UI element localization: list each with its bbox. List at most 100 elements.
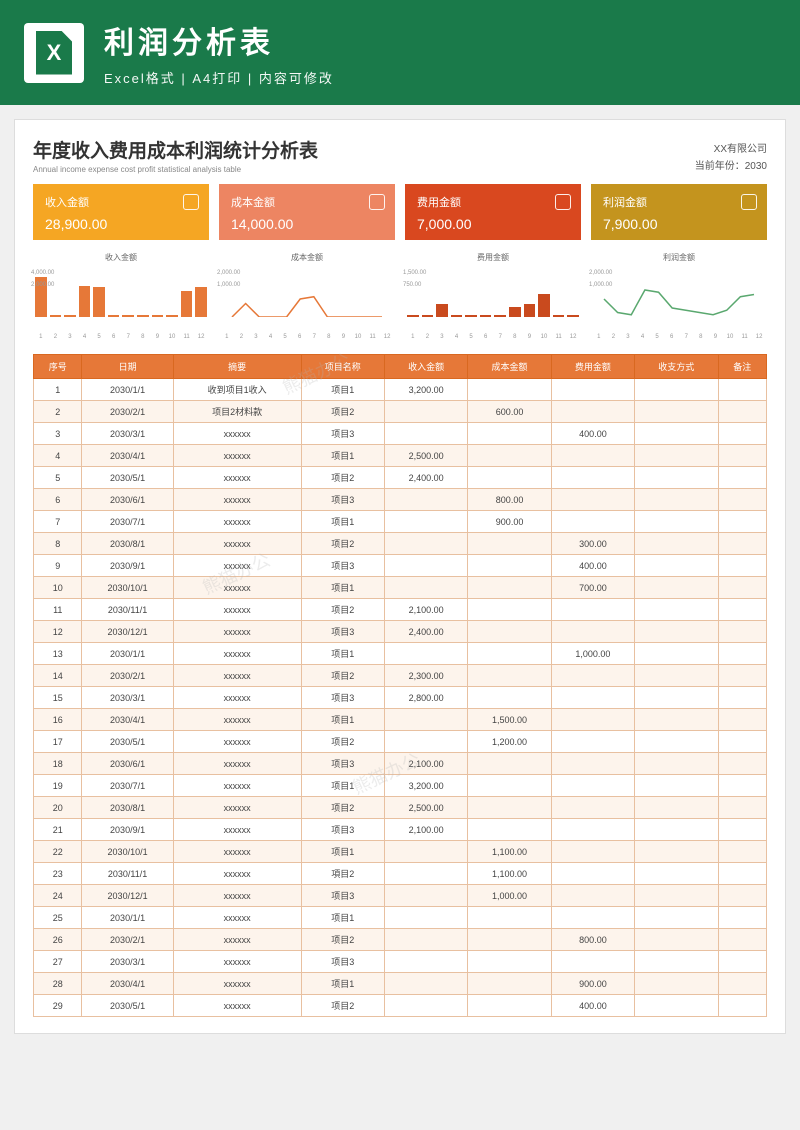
table-row: 12030/1/1收到项目1收入项目13,200.00 — [34, 379, 767, 401]
table-cell — [551, 379, 634, 401]
table-cell — [385, 423, 468, 445]
table-cell: 25 — [34, 907, 82, 929]
table-cell — [718, 973, 767, 995]
table-cell: 800.00 — [468, 489, 551, 511]
table-cell: 项目2 — [301, 995, 384, 1017]
table-cell — [551, 819, 634, 841]
table-cell: 4 — [34, 445, 82, 467]
table-cell: 3,200.00 — [385, 379, 468, 401]
table-cell: 项目2 — [301, 665, 384, 687]
table-cell: 800.00 — [551, 929, 634, 951]
card-label: 费用金额 — [417, 194, 569, 210]
table-cell — [551, 709, 634, 731]
table-cell — [468, 621, 551, 643]
table-cell — [551, 731, 634, 753]
table-cell — [551, 621, 634, 643]
table-cell — [468, 577, 551, 599]
table-row: 212030/9/1xxxxxx项目32,100.00 — [34, 819, 767, 841]
card-label: 成本金额 — [231, 194, 383, 210]
banner-subtitle: Excel格式 | A4打印 | 内容可修改 — [104, 68, 776, 87]
table-cell: xxxxxx — [173, 995, 301, 1017]
table-cell: 400.00 — [551, 423, 634, 445]
table-cell: 2030/1/1 — [82, 907, 173, 929]
table-header: 备注 — [718, 355, 767, 379]
table-cell — [468, 995, 551, 1017]
table-cell: 项目3 — [301, 687, 384, 709]
table-row: 132030/1/1xxxxxx项目11,000.00 — [34, 643, 767, 665]
table-cell — [635, 819, 718, 841]
table-cell — [385, 709, 468, 731]
card-value: 14,000.00 — [231, 216, 383, 232]
table-cell: 项目2 — [301, 797, 384, 819]
table-cell: 项目2 — [301, 599, 384, 621]
table-cell: 28 — [34, 973, 82, 995]
table-cell: 400.00 — [551, 555, 634, 577]
table-cell: 2030/12/1 — [82, 885, 173, 907]
table-row: 142030/2/1xxxxxx项目22,300.00 — [34, 665, 767, 687]
table-row: 122030/12/1xxxxxx项目32,400.00 — [34, 621, 767, 643]
table-cell — [635, 643, 718, 665]
table-row: 32030/3/1xxxxxx项目3400.00 — [34, 423, 767, 445]
table-header: 项目名称 — [301, 355, 384, 379]
mini-chart: 费用金额1,500.00750.00123456789101112 — [405, 252, 581, 340]
table-cell — [551, 687, 634, 709]
table-row: 252030/1/1xxxxxx项目1 — [34, 907, 767, 929]
table-cell: 2030/10/1 — [82, 577, 173, 599]
table-cell — [635, 665, 718, 687]
card-icon — [741, 194, 757, 210]
card-label: 利润金额 — [603, 194, 755, 210]
table-cell — [718, 489, 767, 511]
table-cell — [468, 599, 551, 621]
table-cell — [468, 819, 551, 841]
table-cell — [385, 841, 468, 863]
table-cell: 26 — [34, 929, 82, 951]
table-cell — [551, 885, 634, 907]
table-cell: 2030/10/1 — [82, 841, 173, 863]
table-cell — [718, 687, 767, 709]
table-cell: 项目1 — [301, 973, 384, 995]
table-cell — [718, 863, 767, 885]
table-cell: xxxxxx — [173, 819, 301, 841]
table-cell — [718, 643, 767, 665]
table-cell — [551, 445, 634, 467]
card-icon — [369, 194, 385, 210]
card-value: 7,900.00 — [603, 216, 755, 232]
table-cell — [635, 863, 718, 885]
table-cell: 2030/8/1 — [82, 797, 173, 819]
table-cell — [718, 995, 767, 1017]
table-row: 72030/7/1xxxxxx项目1900.00 — [34, 511, 767, 533]
table-cell: 项目3 — [301, 819, 384, 841]
table-cell — [635, 929, 718, 951]
table-cell — [385, 533, 468, 555]
summary-card: 费用金额7,000.00 — [405, 184, 581, 240]
table-cell — [468, 797, 551, 819]
table-cell — [468, 665, 551, 687]
table-cell — [718, 599, 767, 621]
table-cell: 2030/11/1 — [82, 863, 173, 885]
table-cell: 1 — [34, 379, 82, 401]
table-cell: 2030/9/1 — [82, 819, 173, 841]
table-cell — [551, 775, 634, 797]
table-cell — [718, 445, 767, 467]
table-cell: xxxxxx — [173, 665, 301, 687]
card-label: 收入金额 — [45, 194, 197, 210]
table-row: 222030/10/1xxxxxx项目11,100.00 — [34, 841, 767, 863]
table-cell: 项目2 — [301, 533, 384, 555]
table-cell — [718, 467, 767, 489]
table-cell: 2030/2/1 — [82, 665, 173, 687]
table-cell: 2030/4/1 — [82, 973, 173, 995]
table-cell: 21 — [34, 819, 82, 841]
table-cell — [635, 511, 718, 533]
table-cell — [635, 555, 718, 577]
table-cell — [718, 511, 767, 533]
table-header: 收支方式 — [635, 355, 718, 379]
table-cell — [385, 577, 468, 599]
table-cell — [718, 665, 767, 687]
table-cell — [635, 995, 718, 1017]
table-header: 日期 — [82, 355, 173, 379]
table-header: 收入金额 — [385, 355, 468, 379]
table-cell — [718, 907, 767, 929]
table-cell: 600.00 — [468, 401, 551, 423]
table-cell — [468, 753, 551, 775]
table-cell: 项目3 — [301, 555, 384, 577]
